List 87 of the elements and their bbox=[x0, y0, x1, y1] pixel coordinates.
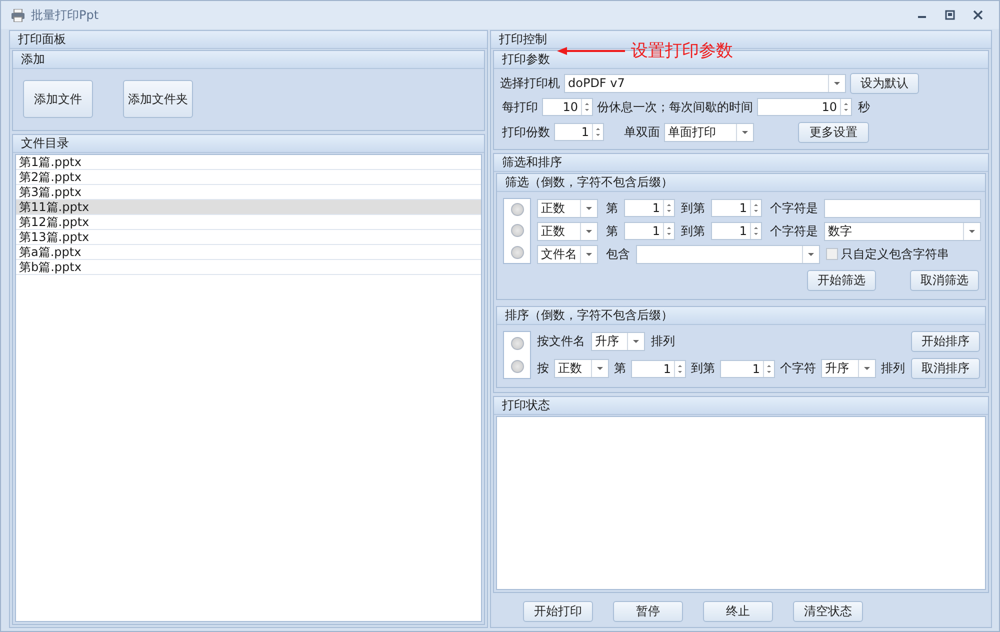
spinner-arrows-icon[interactable] bbox=[663, 223, 674, 239]
dropdown[interactable]: 升序 bbox=[821, 359, 876, 378]
spinner-arrows-icon[interactable] bbox=[592, 124, 603, 140]
label: 个字符是 bbox=[770, 222, 818, 240]
dropdown[interactable]: 正数 bbox=[537, 198, 598, 218]
checkbox[interactable] bbox=[826, 248, 838, 260]
set-default-button[interactable]: 设为默认 bbox=[850, 72, 919, 94]
file-item[interactable]: 第11篇.pptx bbox=[16, 200, 481, 215]
spinner-arrows-icon[interactable] bbox=[840, 99, 851, 115]
section-header: 打印状态 bbox=[494, 397, 988, 415]
section-header: 文件目录 bbox=[13, 135, 484, 153]
cancel-sort-button[interactable]: 取消排序 bbox=[911, 358, 980, 379]
start-sort-button[interactable]: 开始排序 bbox=[911, 331, 980, 352]
section-header: 添加 bbox=[13, 51, 484, 69]
section-header: 排序（倒数，字符不包含后缀） bbox=[497, 307, 985, 325]
dropdown[interactable]: 单面打印 bbox=[664, 122, 754, 142]
label: 到第 bbox=[681, 200, 705, 216]
number-spinner[interactable]: 1 bbox=[624, 199, 675, 217]
section-header: 筛选（倒数，字符不包含后缀） bbox=[497, 174, 985, 192]
number-spinner[interactable]: 1 bbox=[711, 222, 762, 240]
dropdown[interactable]: 数字 bbox=[824, 222, 981, 240]
section-header: 筛选和排序 bbox=[494, 154, 988, 172]
dropdown[interactable]: 正数 bbox=[537, 222, 598, 240]
dropdown[interactable]: 升序 bbox=[591, 332, 645, 351]
text-field[interactable] bbox=[824, 198, 981, 218]
label: 选择打印机 bbox=[500, 74, 560, 92]
radio-button[interactable] bbox=[510, 246, 524, 259]
label: 按 bbox=[537, 360, 549, 377]
add-button[interactable]: 添加文件夹 bbox=[123, 80, 193, 118]
file-item[interactable]: 第b篇.pptx bbox=[16, 260, 481, 275]
dropdown[interactable]: 正数 bbox=[554, 359, 609, 378]
label: 打印份数 bbox=[502, 124, 550, 140]
action-button[interactable]: 清空状态 bbox=[793, 600, 863, 622]
spinner-arrows-icon[interactable] bbox=[581, 99, 592, 115]
label: 第 bbox=[614, 360, 626, 377]
file-item[interactable]: 第1篇.pptx bbox=[16, 155, 481, 170]
panel-header: 打印面板 bbox=[10, 31, 487, 49]
file-item[interactable]: 第2篇.pptx bbox=[16, 170, 481, 185]
action-button[interactable]: 终止 bbox=[703, 600, 773, 622]
add-button[interactable]: 添加文件 bbox=[23, 80, 93, 118]
radio-button[interactable] bbox=[510, 360, 524, 373]
more-settings-button[interactable]: 更多设置 bbox=[798, 122, 869, 142]
spinner-arrows-icon[interactable] bbox=[674, 360, 685, 376]
label: 到第 bbox=[691, 360, 715, 377]
number-spinner[interactable]: 10 bbox=[757, 98, 852, 116]
number-spinner[interactable]: 1 bbox=[631, 360, 686, 378]
action-button[interactable]: 开始打印 bbox=[523, 600, 593, 622]
spinner-arrows-icon[interactable] bbox=[763, 360, 774, 376]
number-spinner[interactable]: 10 bbox=[542, 98, 593, 116]
file-item[interactable]: 第12篇.pptx bbox=[16, 215, 481, 230]
label: 包含 bbox=[606, 246, 630, 262]
label: 到第 bbox=[681, 222, 705, 240]
number-spinner[interactable]: 1 bbox=[554, 123, 604, 141]
start-filter-button[interactable]: 开始筛选 bbox=[807, 270, 876, 291]
file-item[interactable]: 第13篇.pptx bbox=[16, 230, 481, 245]
file-item[interactable]: 第a篇.pptx bbox=[16, 245, 481, 260]
number-spinner[interactable]: 1 bbox=[624, 222, 675, 240]
label: 个字符 bbox=[780, 360, 816, 377]
maximize-icon[interactable] bbox=[945, 10, 955, 20]
annotation-arrow bbox=[557, 46, 625, 54]
label: 每打印 bbox=[502, 98, 538, 116]
cancel-filter-button[interactable]: 取消筛选 bbox=[910, 270, 979, 291]
label: 第 bbox=[606, 222, 618, 240]
printer-icon bbox=[11, 8, 25, 22]
action-button[interactable]: 暂停 bbox=[613, 600, 683, 622]
window-title: 批量打印Ppt bbox=[31, 6, 100, 24]
radio-button[interactable] bbox=[510, 203, 524, 216]
radio-button[interactable] bbox=[510, 224, 524, 238]
label: 第 bbox=[606, 200, 618, 216]
label: 排列 bbox=[651, 333, 675, 350]
number-spinner[interactable]: 1 bbox=[711, 199, 762, 217]
label: 个字符是 bbox=[770, 200, 818, 216]
spinner-arrows-icon[interactable] bbox=[750, 223, 761, 239]
dropdown[interactable]: doPDF v7 bbox=[564, 74, 846, 92]
checkbox-label: 只自定义包含字符串 bbox=[841, 246, 949, 262]
label: 份休息一次；每次间歇的时间 bbox=[597, 98, 753, 116]
number-spinner[interactable]: 1 bbox=[720, 360, 775, 378]
label: 单双面 bbox=[624, 124, 660, 140]
file-item[interactable]: 第3篇.pptx bbox=[16, 185, 481, 200]
label: 秒 bbox=[858, 98, 870, 116]
radio-button[interactable] bbox=[510, 337, 524, 350]
label: 按文件名 bbox=[537, 333, 585, 350]
dropdown[interactable]: 文件名 bbox=[537, 244, 598, 264]
spinner-arrows-icon[interactable] bbox=[750, 200, 761, 216]
spinner-arrows-icon[interactable] bbox=[663, 200, 674, 216]
close-icon[interactable] bbox=[973, 10, 983, 20]
label: 排列 bbox=[881, 360, 905, 377]
